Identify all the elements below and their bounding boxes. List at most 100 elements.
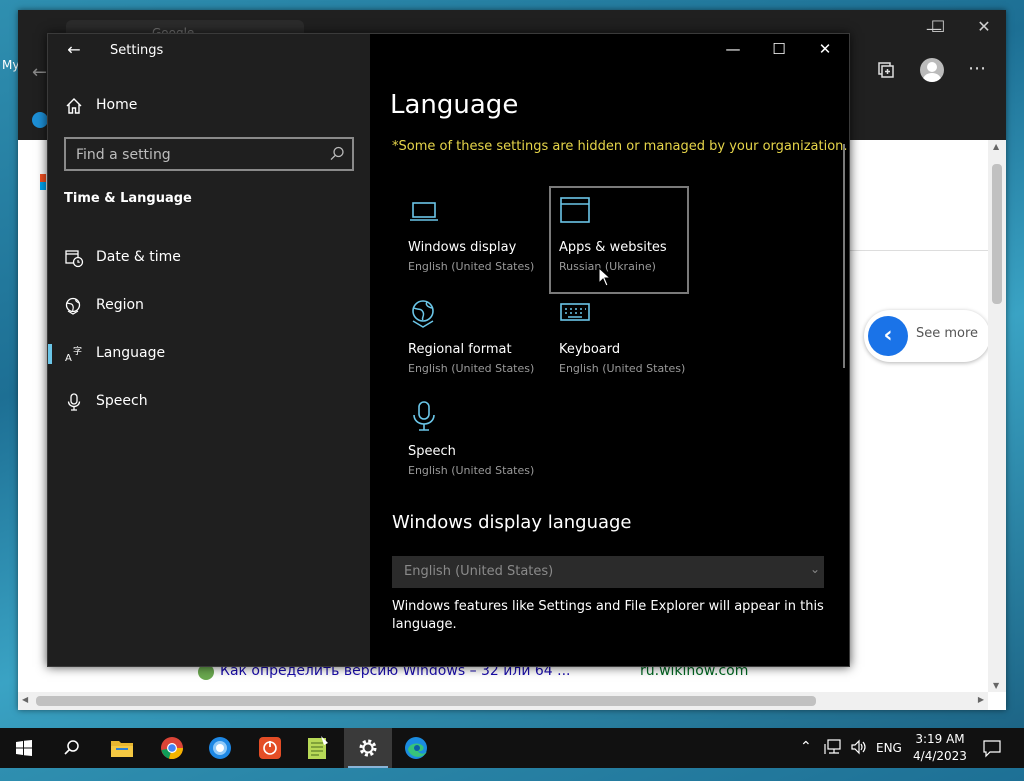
start-icon (16, 740, 32, 756)
settings-icon (359, 739, 377, 757)
language-icon: A字 (64, 344, 84, 364)
microphone-icon (64, 392, 84, 412)
chrome-icon (161, 737, 184, 760)
see-more-label: See more (916, 326, 979, 341)
tile-windows-display[interactable]: Windows display English (United States) (408, 196, 534, 284)
org-managed-notice: *Some of these settings are hidden or ma… (392, 139, 848, 154)
browser-maximize-button[interactable]: ☐ (920, 12, 956, 42)
tile-name: Windows display (408, 240, 517, 255)
sidebar-item-label: Region (96, 297, 144, 313)
desktop-label: My (2, 58, 20, 72)
window-icon (559, 196, 591, 228)
tile-value: English (United States) (408, 362, 535, 375)
settings-window: ← Settings Home Time & Language Date & t… (47, 33, 850, 667)
notepad-button[interactable] (294, 728, 342, 768)
tile-speech[interactable]: Speech English (United States) (408, 400, 534, 488)
home-icon (64, 96, 84, 116)
tile-name: Speech (408, 444, 456, 459)
microphone-icon (408, 400, 440, 432)
app-icon (209, 737, 231, 759)
display-language-dropdown[interactable]: English (United States) ⌄ (392, 556, 824, 588)
find-setting-search[interactable] (64, 137, 354, 171)
profile-avatar-icon[interactable] (920, 58, 944, 82)
see-more-button[interactable]: ‹ See more (864, 310, 990, 362)
shutdown-app-button[interactable] (246, 728, 294, 768)
browser-vertical-scrollbar[interactable]: ▲ ▼ (988, 140, 1006, 692)
sidebar-item-speech[interactable]: Speech (48, 382, 370, 422)
keyboard-icon (559, 298, 591, 330)
start-button[interactable] (0, 728, 48, 768)
sidebar-item-region[interactable]: Region (48, 286, 370, 326)
page-title: Language (390, 90, 519, 120)
horizontal-scroll-thumb[interactable] (36, 696, 816, 706)
network-icon[interactable] (824, 738, 844, 778)
taskbar: ⌃ ENG 3:19 AM 4/4/2023 (0, 728, 1024, 768)
browser-horizontal-scrollbar[interactable]: ◀ ▶ (18, 692, 988, 710)
main-pane-scrollbar[interactable] (843, 144, 845, 368)
settings-window-title: Settings (110, 43, 164, 58)
edge-favicon-icon (32, 112, 48, 128)
clock-date: 4/4/2023 (913, 749, 967, 763)
search-button[interactable] (48, 728, 96, 768)
scroll-down-arrow-icon[interactable]: ▼ (993, 681, 999, 690)
chevron-up-icon[interactable]: ⌃ (800, 739, 812, 779)
sidebar-item-language[interactable]: A字 Language (48, 334, 370, 374)
more-options-icon[interactable]: ⋯ (968, 58, 987, 79)
scroll-right-arrow-icon[interactable]: ▶ (978, 695, 984, 704)
file-explorer-button[interactable] (98, 728, 146, 768)
clock-time: 3:19 AM (915, 732, 965, 746)
scroll-left-arrow-icon[interactable]: ◀ (22, 695, 28, 704)
tile-regional-format[interactable]: Regional format English (United States) (408, 298, 534, 386)
volume-icon[interactable] (850, 738, 868, 778)
microsoft-logo-icon (40, 174, 46, 190)
edge-icon (405, 737, 427, 759)
maximize-button[interactable]: ☐ (756, 34, 802, 64)
calendar-clock-icon (64, 248, 84, 268)
close-button[interactable]: ✕ (802, 34, 848, 64)
divider (848, 250, 988, 251)
back-arrow-icon[interactable]: ← (32, 62, 47, 83)
scroll-up-arrow-icon[interactable]: ▲ (993, 142, 999, 151)
tile-value: English (United States) (408, 260, 535, 273)
browser-close-button[interactable]: ✕ (966, 12, 1002, 42)
svg-text:字: 字 (73, 345, 82, 357)
sidebar-item-label: Language (96, 345, 166, 361)
tile-keyboard[interactable]: Keyboard English (United States) (559, 298, 685, 386)
input-language-indicator[interactable]: ENG (876, 741, 902, 781)
display-language-description: Windows features like Settings and File … (392, 599, 824, 632)
minimize-button[interactable]: — (710, 34, 756, 64)
file-explorer-icon (111, 741, 133, 757)
settings-main-pane: — ☐ ✕ Language *Some of these settings a… (370, 34, 849, 666)
tile-name: Apps & websites (559, 240, 667, 255)
mouse-cursor-icon (598, 266, 612, 287)
globe-icon (408, 298, 440, 330)
settings-taskbar-button[interactable] (344, 728, 392, 768)
chrome-button[interactable] (148, 728, 196, 768)
tile-value: English (United States) (408, 464, 535, 477)
search-input[interactable] (74, 144, 318, 166)
notepad-icon (308, 736, 328, 759)
sidebar-item-label: Speech (96, 393, 148, 409)
collections-icon[interactable] (876, 60, 896, 80)
back-arrow-icon[interactable]: ← (62, 38, 86, 62)
tile-name: Keyboard (559, 342, 621, 357)
taskbar-clock[interactable]: 3:19 AM 4/4/2023 (910, 731, 970, 765)
tile-apps-websites[interactable]: Apps & websites Russian (Ukraine) (549, 186, 689, 294)
edge-button[interactable] (392, 728, 440, 768)
sidebar-item-date-time[interactable]: Date & time (48, 238, 370, 278)
display-language-heading: Windows display language (392, 512, 632, 533)
app-button[interactable] (196, 728, 244, 768)
laptop-icon (408, 196, 440, 228)
section-heading: Time & Language (64, 191, 192, 206)
chevron-down-icon: ⌄ (809, 562, 820, 576)
notification-icon[interactable] (982, 738, 1002, 778)
vertical-scroll-thumb[interactable] (992, 164, 1002, 304)
sidebar-item-label: Home (96, 97, 138, 113)
globe-icon (64, 296, 84, 316)
sidebar-item-home[interactable]: Home (48, 86, 370, 126)
search-icon[interactable] (328, 145, 346, 163)
tile-name: Regional format (408, 342, 512, 357)
tile-value: English (United States) (559, 362, 686, 375)
shutdown-app-icon (259, 737, 281, 759)
settings-sidebar: ← Settings Home Time & Language Date & t… (48, 34, 370, 666)
